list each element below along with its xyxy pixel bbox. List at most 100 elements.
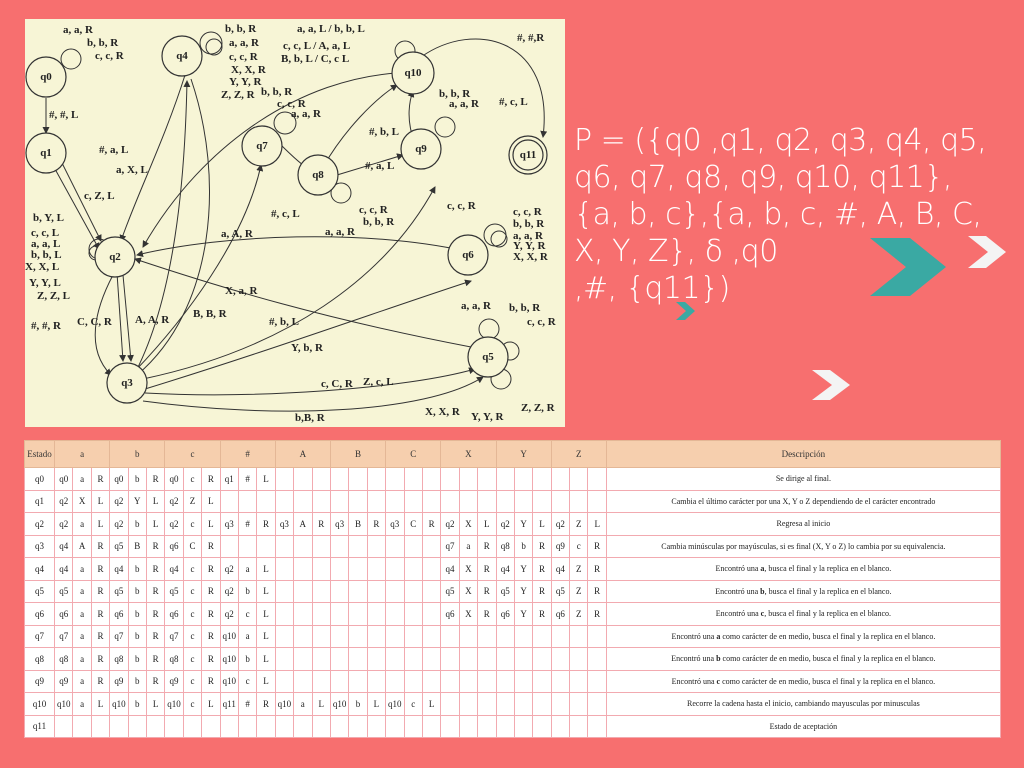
teal-chevron-small-icon xyxy=(676,302,695,320)
transition-cell xyxy=(550,714,571,738)
transition-cell: R xyxy=(201,669,221,693)
transition-label: b,B, R xyxy=(295,412,326,424)
transition-cell xyxy=(293,647,313,671)
edge-q3-q6 xyxy=(144,279,472,390)
table-row: q6 q6 a Rq6 b Rq6 c Rq2 c Lq6 X Rq6 Y Rq6 Z R Encontró u… xyxy=(24,602,1001,626)
transition-label: c, c, R xyxy=(229,51,259,63)
transition-cell: q10 xyxy=(219,647,239,671)
description-cell: Encontró una a, busca el final y la repl… xyxy=(605,557,1001,581)
state-label: q11 xyxy=(520,149,537,161)
transition-cell: b xyxy=(513,534,534,558)
transition-cell: a xyxy=(72,692,92,716)
transition-cell xyxy=(385,669,405,693)
transition-cell xyxy=(513,467,534,491)
definition-line: ,#, {q11}) xyxy=(574,271,730,306)
transition-cell xyxy=(293,467,313,491)
transition-cell xyxy=(587,692,607,716)
transition-table-container: Estado a b c # A B C X Y Z Descripción q0 q0 a Rq0 b Rq0… xyxy=(24,440,1001,738)
transition-cell: X xyxy=(72,489,92,513)
machine-definition: P = ({q0 ,q1, q2, q3, q4, q5, q6, q7, q8… xyxy=(574,122,1014,307)
transition-cell xyxy=(311,602,331,626)
transition-cell: q4 xyxy=(53,534,74,558)
transition-cell xyxy=(329,714,350,738)
transition-cell: a xyxy=(72,669,92,693)
transition-cell xyxy=(477,647,497,671)
transition-label: a, a, R xyxy=(461,300,492,312)
transition-cell xyxy=(329,624,350,648)
transition-cell xyxy=(440,467,460,491)
transition-cell: q5 xyxy=(109,579,129,603)
transition-cell xyxy=(421,647,442,671)
transition-cell xyxy=(569,669,589,693)
table-header-row: Estado a b c # A B C X Y Z Descripción xyxy=(24,440,1001,468)
transition-cell xyxy=(274,579,295,603)
transition-cell: c xyxy=(403,692,423,716)
transition-cell: R xyxy=(201,467,221,491)
transition-cell: R xyxy=(477,602,497,626)
transition-label: C, C, R xyxy=(77,316,113,328)
state-cell: q10 xyxy=(24,692,55,716)
state-q6: q6 xyxy=(447,234,489,276)
transition-cell xyxy=(201,714,221,738)
table-body: q0 q0 a Rq0 b Rq0 c Rq1 # L Se dirige al final. q1 q… xyxy=(24,467,1001,738)
transition-cell xyxy=(569,692,589,716)
transition-cell: q2 xyxy=(219,602,239,626)
transition-cell: q3 xyxy=(385,512,405,536)
transition-cell: # xyxy=(237,692,258,716)
transition-cell: q7 xyxy=(53,624,74,648)
loop-q9 xyxy=(434,116,456,138)
state-cell: q4 xyxy=(24,557,55,581)
transition-label: #, a, L xyxy=(99,144,128,156)
transition-label: b, b, L xyxy=(31,249,62,261)
transition-cell: L xyxy=(366,692,387,716)
transition-cell: Z xyxy=(569,512,589,536)
loop-q0 xyxy=(60,48,82,70)
transition-cell: q9 xyxy=(164,669,184,693)
transition-cell: R xyxy=(90,557,111,581)
loop-q6 xyxy=(483,223,507,247)
table-header-symbol: c xyxy=(164,440,221,468)
transition-cell: b xyxy=(127,692,147,716)
state-cell: q3 xyxy=(24,534,55,558)
transition-cell xyxy=(532,647,552,671)
state-q0: q0 xyxy=(25,56,67,98)
transition-cell: q7 xyxy=(440,534,460,558)
transition-label: A, A, R xyxy=(135,314,170,326)
description-text: como carácter de en medio, busca el fina… xyxy=(720,654,936,664)
transition-cell xyxy=(219,714,239,738)
transition-cell xyxy=(513,714,534,738)
transition-cell xyxy=(532,467,552,491)
transition-cell xyxy=(513,692,534,716)
transition-cell: L xyxy=(201,692,221,716)
transition-cell xyxy=(329,647,350,671)
table-row: q4 q4 a Rq4 b Rq4 c Rq2 a Lq4 X Rq4 Y Rq4 Z R Encontró u… xyxy=(24,557,1001,581)
transition-cell xyxy=(532,714,552,738)
transition-cell: R xyxy=(201,602,221,626)
transition-cell: L xyxy=(532,512,552,536)
transition-cell xyxy=(274,669,295,693)
transition-cell xyxy=(348,534,368,558)
transition-cell: a xyxy=(72,602,92,626)
table-row: q10 q10 a Lq10 b Lq10 c Lq11 # Rq10 a Lq10 b Lq10 c L Re… xyxy=(24,692,1001,716)
transition-label: X, X, L xyxy=(25,261,59,273)
transition-cell xyxy=(311,489,331,513)
transition-cell xyxy=(293,624,313,648)
transition-cell xyxy=(403,467,423,491)
transition-cell xyxy=(164,714,184,738)
edge-q4-q3 xyxy=(136,78,210,376)
transition-cell xyxy=(440,647,460,671)
state-diagram: q0 q1 q2 q3 q4 q5 q6 q7 q8 q9 q10 q11 a,… xyxy=(25,19,565,427)
transition-cell xyxy=(477,714,497,738)
transition-cell xyxy=(458,489,479,513)
loop-q4 xyxy=(199,31,223,55)
transition-cell xyxy=(329,467,350,491)
transition-label: b, b, R xyxy=(513,218,545,230)
transition-cell: Y xyxy=(513,512,534,536)
transition-cell: c xyxy=(182,579,203,603)
transition-cell: q8 xyxy=(164,647,184,671)
transition-cell: q6 xyxy=(495,602,515,626)
transition-cell: q5 xyxy=(495,579,515,603)
transition-cell: R xyxy=(145,579,166,603)
edge-q2-q3 xyxy=(116,272,127,362)
transition-cell: c xyxy=(182,692,203,716)
